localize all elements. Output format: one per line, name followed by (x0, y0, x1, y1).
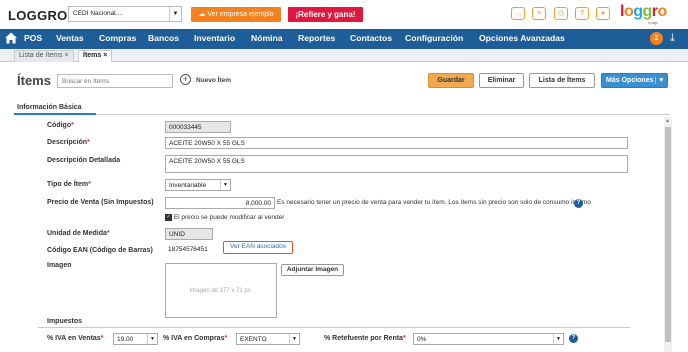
price-field[interactable]: 8,000.00 (165, 197, 275, 209)
document-icon[interactable]: ≡ (532, 7, 546, 20)
unit-label: Unidad de Medida* (47, 230, 110, 237)
nav-pos[interactable]: POS (24, 33, 42, 43)
tab-basic-info[interactable]: Información Básica (17, 104, 82, 111)
company-select-value: CEDI Nacional.... (73, 10, 123, 17)
unit-field[interactable]: UNID (165, 228, 213, 240)
retefuente-select[interactable]: 0% ▼ (413, 333, 564, 345)
chevron-down-icon: ▼ (220, 180, 230, 190)
nav-bancos[interactable]: Bancos (148, 33, 179, 43)
nav-ventas[interactable]: Ventas (56, 33, 84, 43)
home-icon[interactable] (4, 31, 18, 45)
tab-items[interactable]: Ítems × (78, 50, 113, 62)
price-note: Es necesario tener un precio de venta pa… (277, 199, 591, 206)
app-logo: LOGGRO (8, 8, 68, 23)
ean-field[interactable]: 18754576451 (165, 244, 221, 256)
chevron-down-icon: ▼ (553, 334, 563, 344)
section-divider (14, 113, 670, 115)
description-field[interactable]: ACEITE 20W50 X 55 GLS (165, 137, 628, 149)
price-label: Precio de Venta (Sin Impuestos) (47, 199, 154, 206)
image-label: Imagen (47, 262, 72, 269)
description-label: Descripción* (47, 139, 90, 146)
scrollbar-thumb[interactable] (665, 127, 671, 342)
download-icon[interactable]: ⤓ (670, 32, 675, 45)
nav-inventario[interactable]: Inventario (194, 33, 235, 43)
more-options-button[interactable]: Más Opciones ▾ (601, 73, 668, 88)
image-placeholder[interactable]: Imagen de 177 x 71 px. (165, 263, 277, 318)
iva-purchase-select[interactable]: EXENTO ▼ (236, 333, 300, 345)
iva-sales-label: % IVA en Ventas* (47, 335, 104, 342)
delete-button[interactable]: Eliminar (479, 73, 524, 88)
info-icon[interactable]: ? (569, 334, 578, 343)
price-editable-label: El precio se puede modificar al vender (173, 214, 285, 222)
info-icon[interactable]: ? (574, 199, 583, 208)
taxes-title: Impuestos (47, 318, 83, 325)
retefuente-value: 0% (417, 336, 427, 343)
brand-logo: loggro by siigo (620, 3, 667, 25)
top-bar: LOGGRO CEDI Nacional.... ▼ ☁ Ver empresa… (0, 0, 688, 28)
new-item-link[interactable]: Nuevo Ítem (196, 77, 231, 84)
item-type-label: Tipo de Ítem* (47, 181, 91, 188)
user-icon[interactable]: ● (596, 7, 610, 20)
price-editable-checkbox[interactable]: ✓ El precio se puede modificar al vender (165, 214, 284, 221)
main-nav: POS Ventas Compras Bancos Inventario Nóm… (0, 29, 688, 49)
checkbox-checked-icon: ✓ (165, 214, 172, 221)
chevron-down-icon: ▼ (289, 334, 299, 344)
code-field[interactable]: 000033445 (165, 121, 231, 133)
help-icon[interactable]: ? (575, 7, 589, 20)
search-input[interactable] (57, 74, 173, 88)
nav-contactos[interactable]: Contactos (350, 33, 392, 43)
nav-opciones-avanzadas[interactable]: Opciones Avanzadas (479, 33, 565, 43)
detailed-description-field[interactable]: ACEITE 20W50 X 55 GLS (165, 155, 628, 173)
attach-image-button[interactable]: Adjuntar Imagen (281, 264, 344, 276)
example-company-button[interactable]: ☁ Ver empresa ejemplo (191, 7, 281, 22)
ean-label: Código EAN (Código de Barras) (47, 247, 153, 254)
notification-badge[interactable]: 2 (650, 32, 663, 45)
retefuente-label: % Retefuente por Renta* (324, 335, 406, 342)
iva-sales-value: 19.00 (117, 336, 134, 343)
item-list-button[interactable]: Lista de Ítems (529, 73, 595, 88)
save-button[interactable]: Guardar (428, 73, 474, 88)
item-type-value: Inventariable (169, 182, 207, 189)
iva-purchase-value: EXENTO (240, 336, 267, 343)
refer-button[interactable]: ¡Refiere y gana! (288, 7, 363, 22)
add-icon[interactable]: + (180, 74, 191, 85)
page-title: Ítems (17, 73, 51, 88)
clock-icon[interactable]: ◷ (554, 7, 568, 20)
chevron-down-icon: ▼ (169, 7, 181, 21)
document-tabs: Lista de ítems × Ítems × (0, 49, 688, 62)
nav-configuracion[interactable]: Configuración (405, 33, 463, 43)
nav-reportes[interactable]: Reportes (298, 33, 335, 43)
code-label: Código* (47, 122, 74, 129)
chat-icon[interactable]: … (511, 7, 525, 20)
scroll-up-icon[interactable]: ▲ (665, 118, 670, 124)
tab-lista-items[interactable]: Lista de ítems × (14, 50, 74, 62)
company-select[interactable]: CEDI Nacional.... ▼ (68, 6, 182, 22)
taxes-divider (38, 327, 630, 328)
detailed-description-label: Descripción Detallada (47, 157, 121, 164)
view-ean-button[interactable]: Ver EAN asociados (223, 241, 293, 254)
chevron-down-icon: ▼ (147, 334, 157, 344)
nav-nomina[interactable]: Nómina (251, 33, 283, 43)
iva-sales-select[interactable]: 19.00 ▼ (113, 333, 158, 345)
scrollbar[interactable]: ▲ (664, 117, 672, 352)
nav-compras[interactable]: Compras (99, 33, 136, 43)
item-type-select[interactable]: Inventariable ▼ (165, 179, 231, 191)
iva-purchase-label: % IVA en Compras* (163, 335, 228, 342)
